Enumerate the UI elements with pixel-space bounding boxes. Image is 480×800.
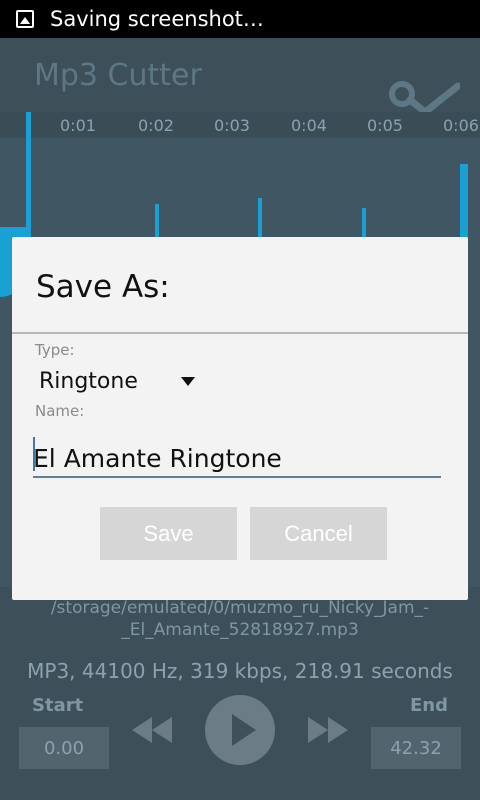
type-label: Type:	[35, 341, 75, 359]
type-spinner[interactable]: Ringtone	[39, 367, 195, 395]
name-input[interactable]	[33, 440, 441, 478]
type-value: Ringtone	[39, 368, 138, 394]
dialog-title: Save As:	[36, 269, 170, 305]
dialog-divider	[12, 332, 468, 334]
text-cursor	[33, 437, 35, 471]
name-label: Name:	[35, 402, 85, 420]
save-as-dialog: Save As: Type: Ringtone Name: Save Cance…	[12, 237, 468, 600]
save-button[interactable]: Save	[100, 507, 237, 560]
chevron-down-icon	[181, 376, 195, 386]
cancel-button[interactable]: Cancel	[250, 507, 387, 560]
